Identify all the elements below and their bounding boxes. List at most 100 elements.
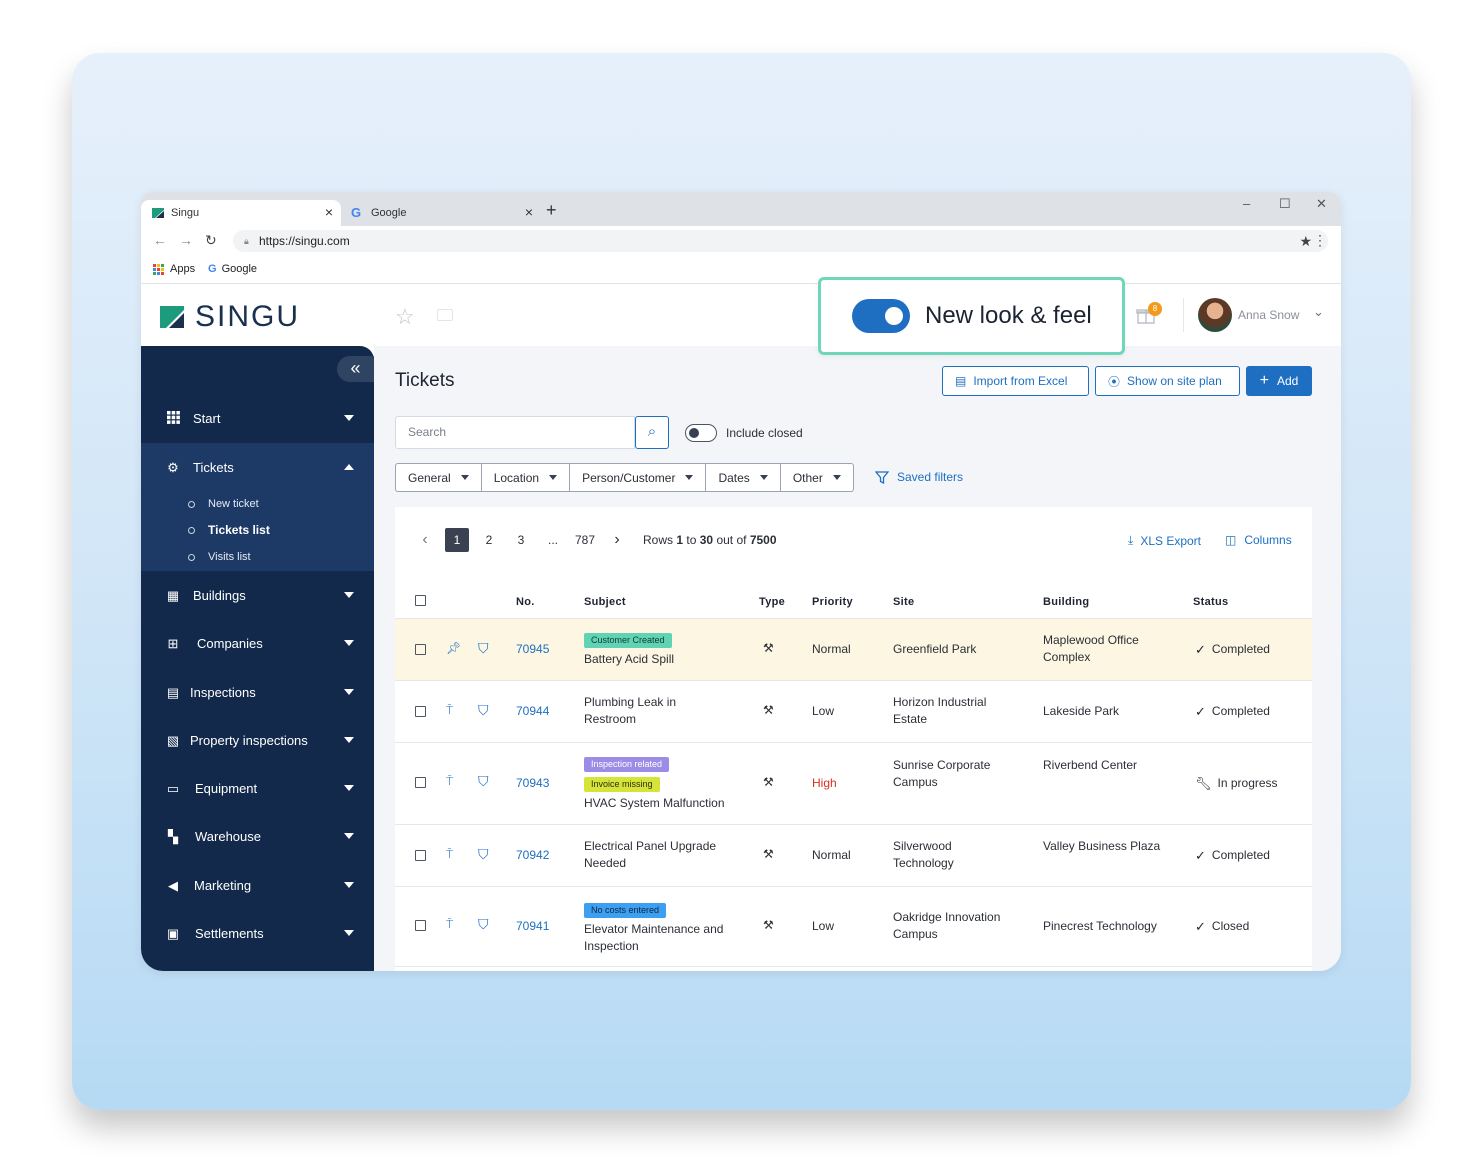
row-checkbox[interactable] <box>415 644 426 655</box>
status: 🔧︎ In progress <box>1195 775 1278 792</box>
user-name[interactable]: Anna Snow <box>1238 308 1299 322</box>
tab-singu[interactable]: Singu × <box>141 200 341 226</box>
pin-filled-icon[interactable]: 📌︎ <box>446 641 461 655</box>
pin-icon[interactable]: ⍑ <box>446 703 453 718</box>
page-2[interactable]: 2 <box>477 528 501 552</box>
sidebar-subitem-new-ticket[interactable]: New ticket <box>188 498 259 510</box>
status: ✓ Completed <box>1195 641 1270 658</box>
sidebar-item-inspections[interactable]: ▤ Inspections <box>141 668 374 716</box>
reload-icon[interactable]: ↻ <box>205 232 217 249</box>
sidebar-item-tickets[interactable]: ⚙ Tickets <box>141 443 374 491</box>
table-row[interactable]: ⍑ ⛉ 70944 Plumbing Leak in Restroom ⚒ Lo… <box>395 681 1312 743</box>
column-header-subject[interactable]: Subject <box>584 596 626 608</box>
sidebar-item-warehouse[interactable]: ▚ Warehouse <box>141 812 374 860</box>
column-header-priority[interactable]: Priority <box>812 596 853 608</box>
sidebar-subitem-visits-list[interactable]: Visits list <box>188 551 251 563</box>
back-icon[interactable]: ← <box>153 232 167 248</box>
check-icon: ✓ <box>1195 704 1206 719</box>
close-tab-icon[interactable]: × <box>325 204 333 220</box>
column-header-type[interactable]: Type <box>759 596 785 608</box>
ticket-number[interactable]: 70945 <box>516 641 549 658</box>
xls-export-button[interactable]: ⤓ XLS Export <box>1128 533 1201 548</box>
minimize-icon[interactable]: – <box>1243 196 1250 211</box>
tab-google[interactable]: G Google × <box>341 200 541 226</box>
filter-location[interactable]: Location <box>481 463 571 492</box>
filter-person-customer[interactable]: Person/Customer <box>570 463 707 492</box>
sidebar-item-start[interactable]: Start <box>141 394 374 442</box>
row-checkbox[interactable] <box>415 706 426 717</box>
filter-dates[interactable]: Dates <box>706 463 781 492</box>
column-header-status[interactable]: Status <box>1193 596 1228 608</box>
ticket-number[interactable]: 70941 <box>516 918 549 935</box>
chevron-down-icon[interactable]: ⌄ <box>1313 304 1324 320</box>
browser-menu-icon[interactable]: ⋮ <box>1313 232 1327 249</box>
subject-cell[interactable]: No costs entered Elevator Maintenance an… <box>584 901 744 955</box>
pin-icon[interactable]: ⍑ <box>446 847 453 862</box>
select-all-checkbox[interactable] <box>415 595 426 606</box>
pin-icon[interactable]: ⍑ <box>446 917 453 932</box>
subject-cell[interactable]: Inspection related Invoice missing HVAC … <box>584 755 725 812</box>
column-header-building[interactable]: Building <box>1043 596 1089 608</box>
message-icon[interactable] <box>437 309 453 321</box>
saved-filters-link[interactable]: Saved filters <box>875 470 963 484</box>
sidebar-item-buildings[interactable]: ▦ Buildings <box>141 571 374 619</box>
sidebar-item-settlements[interactable]: ▣ Settlements <box>141 909 374 957</box>
ticket-number[interactable]: 70943 <box>516 775 549 792</box>
row-checkbox[interactable] <box>415 850 426 861</box>
search-button[interactable]: ⌕ <box>635 416 669 449</box>
add-button[interactable]: + Add <box>1246 366 1312 396</box>
table-row[interactable]: ⍑ ⛉ 70943 Inspection related Invoice mis… <box>395 743 1312 825</box>
new-look-toggle[interactable] <box>852 299 910 333</box>
singu-logo[interactable]: SINGU <box>159 300 300 334</box>
sidebar-item-companies[interactable]: ⊞ Companies <box>141 619 374 667</box>
include-closed-toggle[interactable] <box>685 424 717 442</box>
sidebar-subitem-tickets-list[interactable]: Tickets list <box>188 523 270 537</box>
column-header-site[interactable]: Site <box>893 596 914 608</box>
subject-text[interactable]: Plumbing Leak in Restroom <box>584 694 724 728</box>
notifications-button[interactable]: 8 <box>1136 302 1162 329</box>
ticket-number[interactable]: 70942 <box>516 847 549 864</box>
filter-general[interactable]: General <box>395 463 482 492</box>
new-tab-icon[interactable]: + <box>546 200 557 221</box>
maximize-icon[interactable]: ☐ <box>1279 196 1291 212</box>
close-window-icon[interactable]: ✕ <box>1316 196 1327 212</box>
bookmark-apps[interactable]: Apps <box>153 263 195 275</box>
import-from-excel-button[interactable]: ▤ Import from Excel <box>942 366 1089 396</box>
url-field[interactable]: 🔒︎ https://singu.com ★ <box>233 230 1328 252</box>
pin-icon[interactable]: ⍑ <box>446 774 453 789</box>
favorite-star-icon[interactable]: ☆ <box>395 304 415 330</box>
avatar[interactable] <box>1198 298 1232 332</box>
close-tab-icon[interactable]: × <box>525 204 533 220</box>
row-checkbox[interactable] <box>415 777 426 788</box>
columns-button[interactable]: ◫ Columns <box>1225 533 1292 547</box>
show-on-site-plan-button[interactable]: ⦿ Show on site plan <box>1095 366 1240 396</box>
collapse-sidebar-button[interactable]: « <box>337 356 374 382</box>
bookmark-icon[interactable]: ⛉ <box>478 916 489 933</box>
prev-page-icon[interactable]: ‹ <box>413 528 437 552</box>
bookmark-icon[interactable]: ⛉ <box>478 702 489 719</box>
subject-cell[interactable]: Customer Created Battery Acid Spill <box>584 631 674 668</box>
column-header-no[interactable]: No. <box>516 596 535 608</box>
page-1[interactable]: 1 <box>445 528 469 552</box>
search-input[interactable]: Search <box>395 416 635 449</box>
page-787[interactable]: 787 <box>573 528 597 552</box>
table-row[interactable]: 📌︎ ⛉ 70945 Customer Created Battery Acid… <box>395 619 1312 681</box>
bookmark-star-icon[interactable]: ★ <box>1299 230 1312 252</box>
row-checkbox[interactable] <box>415 920 426 931</box>
page-3[interactable]: 3 <box>509 528 533 552</box>
subject-text[interactable]: Electrical Panel Upgrade Needed <box>584 838 734 872</box>
filter-label: Dates <box>718 470 750 485</box>
forward-icon[interactable]: → <box>179 232 193 248</box>
sidebar-item-equipment[interactable]: ▭ Equipment <box>141 764 374 812</box>
bookmark-icon[interactable]: ⛉ <box>478 773 489 790</box>
sidebar-item-property-inspections[interactable]: ▧ Property inspections <box>141 716 374 764</box>
ticket-number[interactable]: 70944 <box>516 703 549 720</box>
filter-other[interactable]: Other <box>780 463 854 492</box>
table-row[interactable]: ⍑ ⛉ 70941 No costs entered Elevator Main… <box>395 887 1312 967</box>
bookmark-icon[interactable]: ⛉ <box>478 640 489 657</box>
next-page-icon[interactable]: › <box>605 528 629 552</box>
sidebar-item-marketing[interactable]: ◀ Marketing <box>141 861 374 909</box>
bookmark-icon[interactable]: ⛉ <box>478 846 489 863</box>
bookmark-google[interactable]: G Google <box>208 263 257 275</box>
table-row[interactable]: ⍑ ⛉ 70942 Electrical Panel Upgrade Neede… <box>395 825 1312 887</box>
